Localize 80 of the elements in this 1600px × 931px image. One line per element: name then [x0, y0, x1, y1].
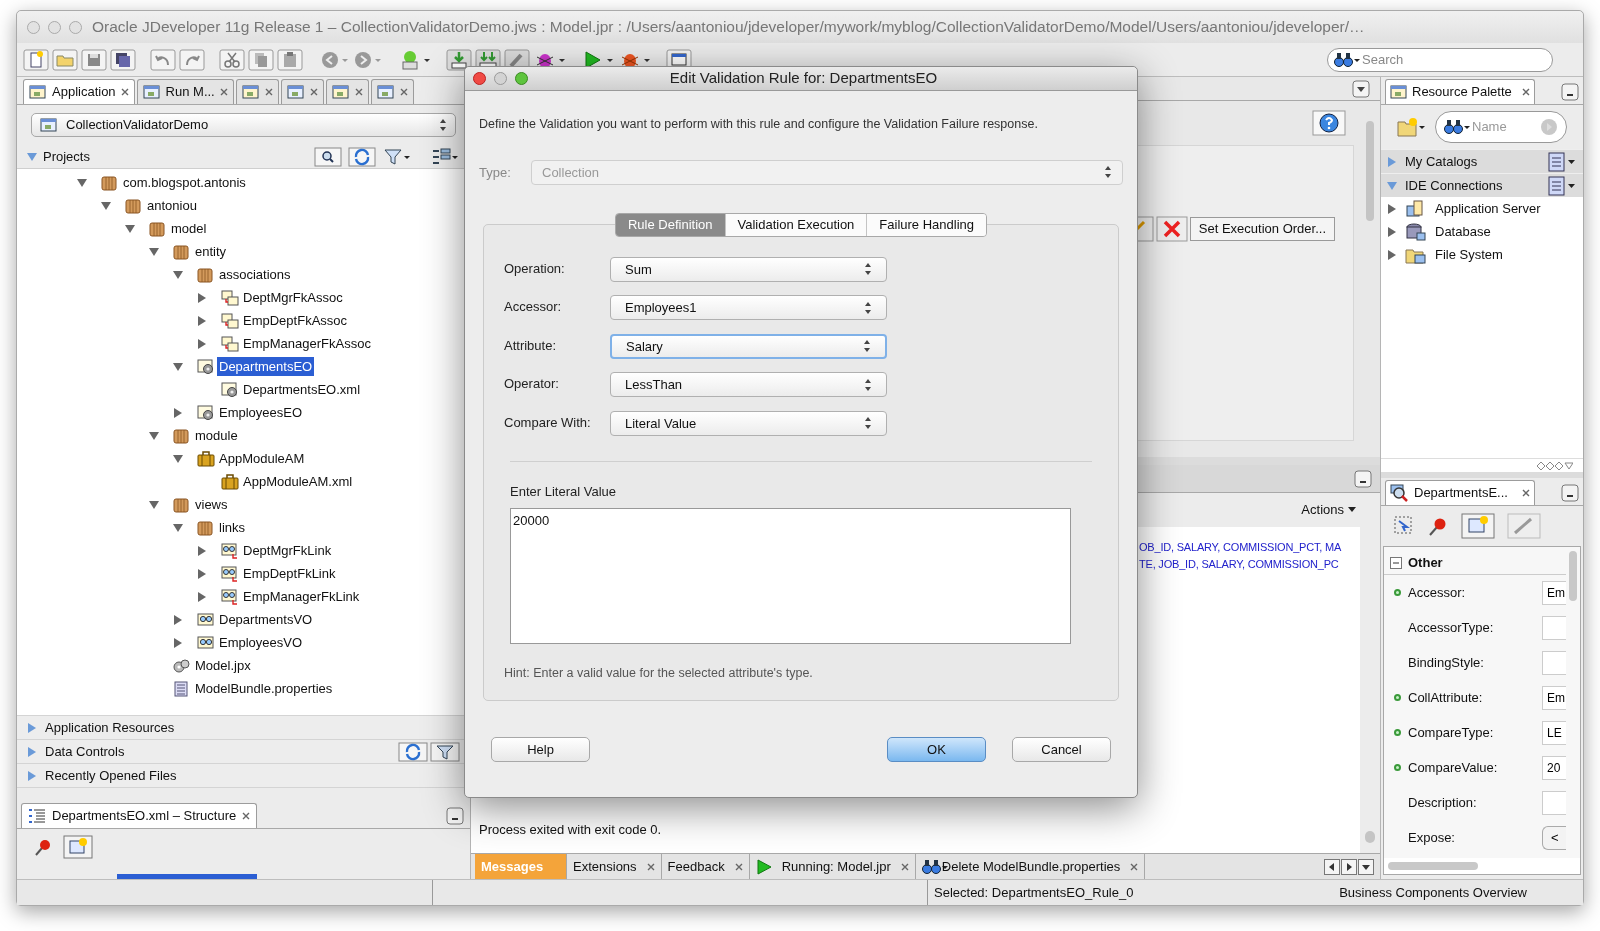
log-line: Process exited with exit code 0. — [479, 820, 663, 839]
tree-item[interactable]: associations — [217, 264, 293, 285]
panel-tab[interactable]: Run M... — [136, 79, 234, 104]
dialog-button[interactable]: Cancel — [1012, 736, 1111, 762]
tree-item[interactable]: File System — [1435, 244, 1503, 265]
tree-item[interactable]: DeptMgrFkLink — [241, 540, 334, 561]
property-field[interactable]: Em — [1542, 685, 1566, 710]
select-field[interactable]: Sum — [610, 256, 887, 282]
tree-item[interactable]: AppModuleAM.xml — [241, 471, 355, 492]
tree-item[interactable]: EmpDeptFkAssoc — [241, 310, 350, 331]
panel-tab[interactable]: DepartmentsEO.xml – Structure — [21, 803, 258, 828]
window-title: Oracle JDeveloper 11g Release 1 – CollectionValidatorDemo.jws : Model.jpr : /Users/aantoniou/jdeveloper/mywork/myblog/CollectionValidatorDemo/Model/Users/aantoniou/jdeveloper/… — [92, 17, 1365, 38]
tree-item[interactable]: Database — [1435, 221, 1491, 242]
property-label: CompareValue: — [1408, 758, 1499, 777]
tree-item[interactable]: DepartmentsEO — [217, 356, 315, 377]
set-execution-order-button[interactable]: Set Execution Order... — [1189, 217, 1335, 241]
dialog-tab[interactable]: Validation Execution — [724, 213, 867, 236]
property-label: CollAttribute: — [1408, 688, 1484, 707]
panel-tab[interactable]: Application — [23, 79, 135, 104]
tree-item[interactable]: EmpDeptFkLink — [241, 563, 338, 584]
property-label: Description: — [1408, 793, 1478, 812]
status-text: Business Components Overview — [1339, 883, 1528, 902]
tree-item[interactable]: DepartmentsVO — [217, 609, 315, 630]
property-label: Accessor: — [1408, 583, 1467, 602]
tree-item[interactable]: views — [193, 494, 230, 515]
property-field[interactable]: Em — [1542, 580, 1566, 605]
tree-item[interactable]: module — [193, 425, 240, 446]
select-field[interactable]: LessThan — [610, 372, 887, 398]
accordion-header[interactable]: Application Resources — [45, 717, 460, 738]
tree-item[interactable]: EmpManagerFkAssoc — [241, 333, 373, 354]
field-label: Operator: — [504, 375, 560, 394]
value-text-area[interactable]: 20000 — [510, 507, 1071, 644]
tree-item[interactable]: ModelBundle.properties — [193, 678, 335, 699]
tree-item[interactable]: links — [217, 517, 247, 538]
select-field[interactable]: Literal Value — [610, 410, 887, 436]
property-button[interactable]: < — [1542, 825, 1566, 850]
field-label: Enter Literal Value — [510, 483, 617, 502]
tree-item[interactable]: entity — [193, 241, 229, 262]
property-field[interactable]: 20 — [1542, 755, 1566, 780]
dialog-description: Define the Validation you want to perform with this rule and configure the Validation Failure response. — [479, 116, 1039, 133]
select-field[interactable]: Employees1 — [610, 295, 887, 321]
accordion-header[interactable]: Data Controls — [45, 741, 390, 762]
dialog-button[interactable]: OK — [887, 736, 986, 762]
accordion-header[interactable]: Recently Opened Files — [45, 765, 460, 786]
actions-menu[interactable]: Actions — [1301, 500, 1356, 520]
property-label: BindingStyle: — [1408, 653, 1485, 672]
hint-text: Hint: Enter a valid value for the selected attribute's type. — [504, 664, 814, 682]
tree-item[interactable]: Model.jpx — [193, 655, 253, 676]
dialog-tab[interactable]: Failure Handling — [866, 213, 987, 236]
panel-header: Projects — [43, 147, 91, 166]
tree-item[interactable]: EmpManagerFkLink — [241, 586, 362, 607]
field-label: Accessor: — [504, 298, 563, 317]
tree-item[interactable]: model — [169, 218, 209, 239]
log-line: OB_ID, SALARY, COMMISSION_PCT, MA — [1139, 540, 1343, 555]
property-label: CompareType: — [1408, 723, 1495, 742]
tree-item[interactable]: DepartmentsEO.xml — [241, 379, 363, 400]
tree-item[interactable]: AppModuleAM — [217, 448, 307, 469]
property-field[interactable]: LE — [1542, 720, 1566, 745]
field-label: Attribute: — [504, 336, 558, 355]
log-line: TE, JOB_ID, SALARY, COMMISSION_PC — [1139, 556, 1340, 572]
dialog-button[interactable]: Help — [491, 736, 590, 762]
property-label: Expose: — [1408, 828, 1456, 847]
application-dropdown[interactable]: CollectionValidatorDemo — [31, 113, 456, 137]
tree-item[interactable]: DeptMgrFkAssoc — [241, 287, 345, 308]
panel-tab[interactable]: Resource Palette — [1385, 79, 1535, 104]
tree-item[interactable]: EmployeesEO — [217, 402, 305, 423]
field-label: Operation: — [504, 259, 566, 278]
dialog-title: Edit Validation Rule for: DepartmentsEO — [668, 68, 939, 89]
tree-item[interactable]: Application Server — [1435, 198, 1541, 219]
panel-tab[interactable]: DepartmentsE... — [1385, 480, 1535, 505]
search-field[interactable]: Search — [1327, 47, 1553, 72]
field-label: Type: — [479, 163, 512, 182]
tree-item[interactable]: com.blogspot.antonis — [121, 172, 248, 193]
tree-item[interactable]: EmployeesVO — [217, 632, 305, 653]
select-field[interactable]: Salary — [610, 333, 887, 359]
property-label: AccessorType: — [1408, 618, 1495, 637]
field-label: Compare With: — [504, 413, 592, 432]
group-header: Other — [1408, 553, 1443, 572]
status-text: Selected: DepartmentsEO_Rule_0 — [933, 883, 1135, 902]
tree-item[interactable]: antoniou — [145, 195, 199, 216]
